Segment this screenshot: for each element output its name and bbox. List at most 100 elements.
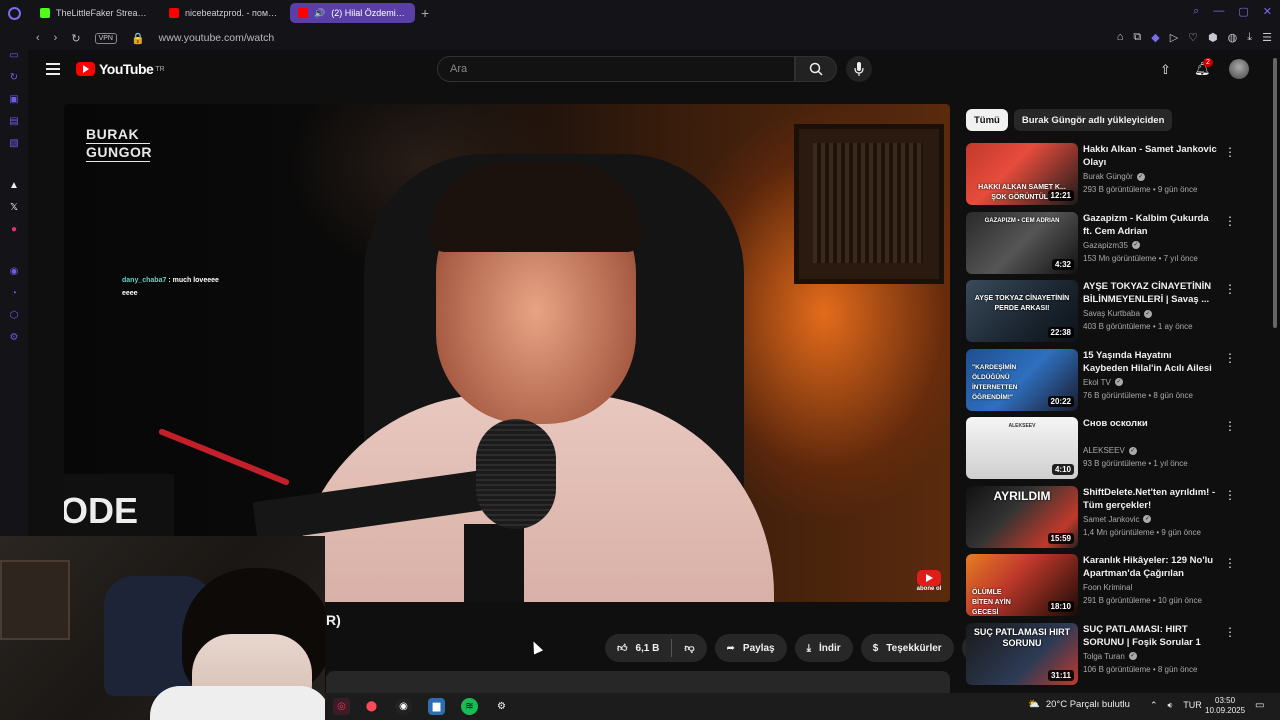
video-thumbnail[interactable]: SUÇ PATLAMASI HIRT SORUNU 31:11	[966, 622, 1078, 685]
youtube-logo[interactable]: YouTube TR	[76, 61, 165, 77]
thanks-button[interactable]: $ Teşekkürler	[860, 634, 954, 662]
video-title[interactable]: Снов осколки	[1083, 417, 1219, 430]
more-vert-icon[interactable]: ⋮	[1224, 145, 1236, 159]
obs-taskbar-icon[interactable]: ◉	[395, 698, 412, 715]
cube-icon[interactable]: ⬢	[1208, 31, 1218, 44]
video-thumbnail[interactable]: GAZAPIZM • CEM ADRIAN 4:32	[966, 211, 1078, 274]
channel-name[interactable]: Burak Güngör ✓	[1083, 172, 1145, 181]
list-item[interactable]: AYRILDIM 15:59 ShiftDelete.Net'ten ayrıl…	[966, 485, 1246, 555]
input-language[interactable]: TUR	[1183, 700, 1202, 711]
list-item[interactable]: "KARDEŞİMİN ÖLDÜĞÜNÜ İNTERNETTEN ÖĞRENDİ…	[966, 348, 1246, 418]
settings-taskbar-icon[interactable]: ⚙	[493, 698, 510, 715]
page-scrollbar[interactable]	[1270, 50, 1280, 693]
dislike-button[interactable]: 👎︎	[672, 634, 706, 662]
video-thumbnail[interactable]: AYŞE TOKYAZ CİNAYETİNİN PERDE ARKASI! 22…	[966, 280, 1078, 342]
list-item[interactable]: GAZAPIZM • CEM ADRIAN 4:32 Gazapizm - Ka…	[966, 211, 1246, 281]
chip-from-uploader[interactable]: Burak Güngör adlı yükleyiciden	[1013, 109, 1173, 131]
share-button[interactable]: ➦ Paylaş	[714, 634, 787, 662]
back-icon[interactable]: ‹	[36, 32, 40, 44]
video-thumbnail[interactable]: HAKKI ALKAN SAMET K... ŞOK GÖRÜNTÜLE 12:…	[966, 143, 1078, 205]
video-title[interactable]: Gazapizm - Kalbim Çukurda ft. Cem Adrian	[1083, 212, 1219, 238]
subscribe-watermark[interactable]: abone ol	[915, 570, 943, 596]
video-thumbnail[interactable]: AYRILDIM 15:59	[966, 485, 1078, 548]
player-icon[interactable]: ◉	[8, 266, 20, 278]
list-item[interactable]: SUÇ PATLAMASI HIRT SORUNU 31:11 SUÇ PATL…	[966, 622, 1246, 692]
like-button[interactable]: 👍︎ 6,1 B	[605, 634, 671, 662]
menu-icon[interactable]	[46, 63, 60, 75]
refresh-icon[interactable]: ↻	[8, 72, 20, 84]
wallet-icon[interactable]: ▤	[8, 116, 20, 128]
history-icon[interactable]: ◔	[8, 288, 20, 300]
channel-name[interactable]: Foon Kriminal	[1083, 583, 1132, 592]
heart-icon[interactable]: ♡	[1188, 31, 1198, 44]
search-input[interactable]: Ara	[437, 56, 795, 82]
mail-icon[interactable]: ▧	[8, 138, 20, 150]
video-thumbnail[interactable]: ALEKSEEV 4:10	[966, 417, 1078, 479]
notification-center-icon[interactable]: ▭	[1255, 700, 1264, 711]
new-tab-button[interactable]: +	[421, 5, 429, 21]
volume-icon[interactable]: 🔉︎	[1168, 700, 1174, 711]
download-button[interactable]: ⤓ İndir	[794, 634, 853, 662]
maximize-icon[interactable]: ▢	[1238, 5, 1248, 18]
video-thumbnail[interactable]: "KARDEŞİMİN ÖLDÜĞÜNÜ İNTERNETTEN ÖĞRENDİ…	[966, 348, 1078, 411]
download-icon[interactable]: ⤓	[1247, 31, 1252, 44]
vpn-badge[interactable]: VPN	[94, 32, 117, 44]
more-vert-icon[interactable]: ⋮	[1224, 419, 1236, 433]
tab-nicebeatzprod[interactable]: nicebeatzprod. - помоги	[161, 3, 286, 23]
channel-name[interactable]: ALEKSEEV ✓	[1083, 446, 1137, 455]
tab-thelittlefaker[interactable]: TheLittleFaker Stream - W	[32, 3, 157, 23]
url-field[interactable]: www.youtube.com/watch	[159, 32, 275, 44]
easy-setup-icon[interactable]: ☰	[1262, 31, 1272, 44]
adblock-icon[interactable]: ◆	[1151, 31, 1159, 44]
more-vert-icon[interactable]: ⋮	[1224, 556, 1236, 570]
bag-icon[interactable]: ▣	[8, 94, 20, 106]
minimize-icon[interactable]: —	[1213, 5, 1224, 18]
channel-name[interactable]: Samet Jankovic ✓	[1083, 515, 1152, 524]
video-title[interactable]: AYŞE TOKYAZ CİNAYETİNİN BİLİNMEYENLERİ |…	[1083, 280, 1219, 306]
tab-hilal-ozdemir[interactable]: 🔊 (2) Hilal Özdemir Olay	[290, 3, 415, 23]
video-title[interactable]: Hakkı Alkan - Samet Jankovic Olayı	[1083, 143, 1219, 169]
channel-name[interactable]: Savaş Kurtbaba ✓	[1083, 309, 1152, 318]
list-item[interactable]: AYŞE TOKYAZ CİNAYETİNİN PERDE ARKASI! 22…	[966, 280, 1246, 349]
clock[interactable]: 03:50 10.09.2025	[1205, 696, 1245, 716]
close-icon[interactable]: ✕	[1263, 5, 1272, 18]
user-icon[interactable]: ◍	[1228, 31, 1238, 44]
video-player[interactable]: ODE BURAK GUNGOR dany_chaba7 : much love…	[64, 104, 950, 602]
video-thumbnail[interactable]: ÖLÜMLE BİTEN AYİN GECESİ 18:10	[966, 554, 1078, 616]
opera-menu-icon[interactable]	[0, 0, 28, 26]
video-title[interactable]: 15 Yaşında Hayatını Kaybeden Hilal'in Ac…	[1083, 349, 1219, 375]
more-vert-icon[interactable]: ⋮	[1224, 625, 1236, 639]
search-tabs-icon[interactable]: ⌕	[1193, 5, 1199, 18]
explorer-taskbar-icon[interactable]: ▆	[428, 698, 445, 715]
settings-icon[interactable]: ⚙	[8, 332, 20, 344]
list-item[interactable]: HAKKI ALKAN SAMET K... ŞOK GÖRÜNTÜLE 12:…	[966, 143, 1246, 212]
channel-name[interactable]: Gazapizm35 ✓	[1083, 241, 1140, 250]
forward-icon[interactable]: ›	[54, 32, 58, 44]
search-button[interactable]	[795, 56, 837, 82]
video-title[interactable]: SUÇ PATLAMASI: HIRT SORUNU | Foşik Sorul…	[1083, 623, 1219, 649]
video-title[interactable]: Karanlık Hikâyeler: 129 No'lu Apartman'd…	[1083, 554, 1219, 580]
pin-icon[interactable]: ⌂	[1117, 31, 1124, 44]
account-avatar[interactable]	[1229, 59, 1249, 79]
weather-widget[interactable]: ⛅ 20°C Parçalı bulutlu	[1028, 699, 1130, 710]
more-vert-icon[interactable]: ⋮	[1224, 214, 1236, 228]
scrollbar-thumb[interactable]	[1273, 58, 1277, 328]
description-box[interactable]	[326, 671, 950, 693]
channel-name[interactable]: Ekol TV ✓	[1083, 378, 1123, 387]
snapshot-icon[interactable]: ⧉	[1133, 31, 1141, 44]
reload-icon[interactable]: ↻	[71, 32, 80, 45]
tray-chevron-icon[interactable]: ⌃	[1150, 700, 1158, 711]
more-vert-icon[interactable]: ⋮	[1224, 282, 1236, 296]
video-title[interactable]: ShiftDelete.Net'ten ayrıldım! - Tüm gerç…	[1083, 486, 1219, 512]
voice-search-button[interactable]	[846, 56, 872, 82]
maps-pin-taskbar-icon[interactable]: ⬤	[363, 698, 380, 715]
list-item[interactable]: ALEKSEEV 4:10 Снов осколки ALEKSEEV ✓ 93 …	[966, 417, 1246, 486]
channel-name[interactable]: Tolga Turan ✓	[1083, 652, 1137, 661]
x-twitter-icon[interactable]: 𝕏	[8, 202, 20, 214]
more-vert-icon[interactable]: ⋮	[1224, 351, 1236, 365]
list-item[interactable]: ÖLÜMLE BİTEN AYİN GECESİ 18:10 Karanlık …	[966, 554, 1246, 623]
upload-icon[interactable]: ⇧	[1160, 62, 1171, 78]
messenger-icon[interactable]: ▭	[8, 50, 20, 62]
aria-icon[interactable]: ▲	[8, 180, 20, 192]
chip-all[interactable]: Tümü	[966, 109, 1008, 131]
